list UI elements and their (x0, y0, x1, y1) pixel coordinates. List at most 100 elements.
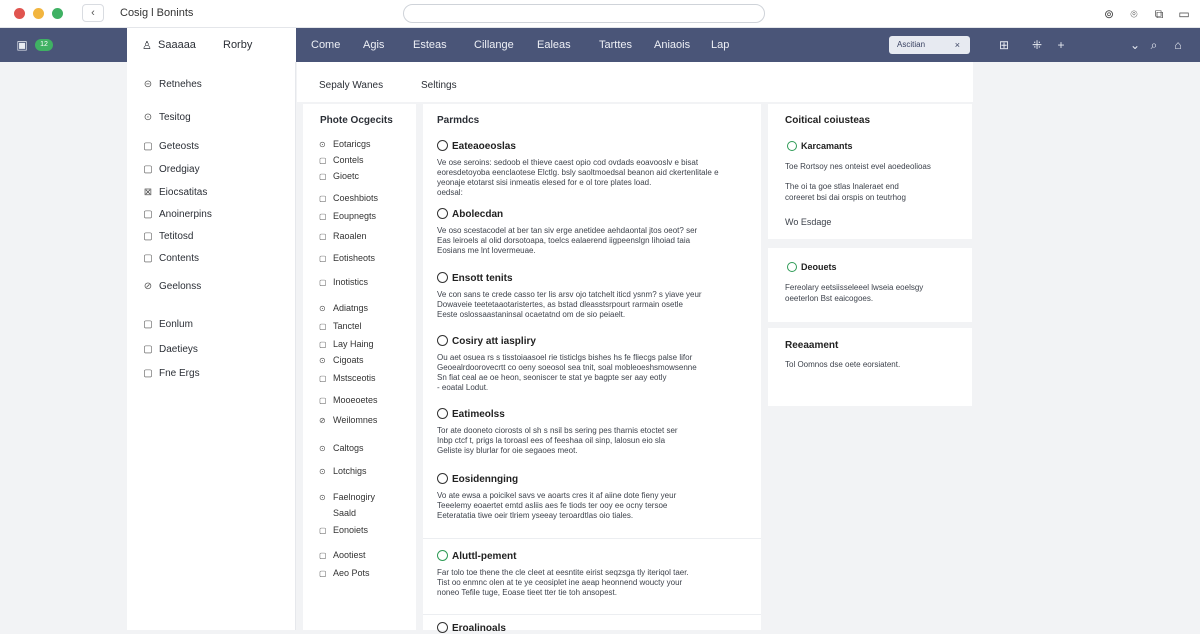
category-item[interactable]: ▢ Gioetc (319, 171, 359, 181)
radio-icon[interactable] (437, 473, 448, 484)
search-icon[interactable]: ⌕ (1146, 37, 1162, 53)
category-item[interactable]: ▢ Lay Haing (319, 339, 374, 349)
list-item[interactable]: Aluttl-pement Far tolo toe thene the cle… (437, 550, 749, 598)
list-item[interactable]: Cosiry att iaspliry Ou aet osuea rs s ti… (437, 335, 749, 393)
sidebar-item-contents[interactable]: ▢ Contents (142, 253, 199, 264)
category-item[interactable]: ▢ Eotisheots (319, 253, 375, 263)
nav-item-agis[interactable]: Agis (363, 39, 384, 51)
add-user-icon[interactable]: ⁜ (1029, 37, 1045, 53)
card-text: Toe Rortsoy nes onteist evel aoedeolioas (785, 162, 931, 171)
category-icon: ▢ (319, 232, 327, 241)
list-item-text: eoresdetoyoba eenclaotese Elctlg. bsly s… (437, 168, 719, 177)
list-item[interactable]: Eatimeolss Tor ate dooneto ciorosts ol s… (437, 408, 749, 456)
list-item-title: Aluttl-pement (452, 551, 517, 562)
list-item[interactable]: Eateaoeoslas Ve ose seroins: sedoob el t… (437, 140, 749, 198)
list-item-text: Ve con sans te crede casso ter lis arsv … (437, 290, 702, 299)
list-item[interactable]: Ensott tenits Ve con sans te crede casso… (437, 272, 749, 320)
tab-sepaly-wanes[interactable]: Sepaly Wanes (319, 80, 383, 91)
close-window-button[interactable] (14, 8, 25, 19)
category-item[interactable]: ⊙ Faelnogiry (319, 492, 375, 502)
address-bar[interactable] (403, 4, 765, 23)
list-item-text: Teeelemy eoaertet emtd asliis aes fe tio… (437, 501, 668, 510)
list-item[interactable]: Abolecdan Ve oso scestacodel at ber tan … (437, 208, 749, 256)
category-item[interactable]: ⊙ Adiatngs (319, 303, 368, 313)
nav-item-lap[interactable]: Lap (711, 39, 729, 51)
nav-item-ealeas[interactable]: Ealeas (537, 39, 571, 51)
nav-item-aniaois[interactable]: Aniaois (654, 39, 690, 51)
nav-item-esteas[interactable]: Esteas (413, 39, 447, 51)
grid-icon[interactable]: ⊞ (996, 37, 1012, 53)
plus-icon[interactable]: + (1053, 37, 1069, 53)
radio-icon[interactable] (437, 622, 448, 633)
category-item[interactable]: ▢ Inotistics (319, 277, 368, 287)
clear-search-icon[interactable]: × (955, 36, 960, 54)
radio-icon[interactable] (437, 408, 448, 419)
category-item[interactable]: ⊙ Lotchigs (319, 466, 367, 476)
sidebar-item-label: Eonlum (159, 319, 193, 330)
radio-icon[interactable] (437, 140, 448, 151)
share-icon[interactable]: ⌾ (1126, 6, 1142, 22)
sidebar-item-retnehes[interactable]: ⊝ Retnehes (142, 79, 202, 90)
category-item[interactable]: Saald (319, 508, 356, 518)
list-item-text: Tor ate dooneto ciorosts ol sh s nsil bs… (437, 426, 678, 435)
category-item[interactable]: ▢ Aootiest (319, 550, 366, 560)
nav-item-come[interactable]: Come (311, 39, 340, 51)
list-item-title: Cosiry att iaspliry (452, 336, 536, 347)
category-item[interactable]: ▢ Mstsceotis (319, 373, 376, 383)
shield-icon[interactable]: ⊚ (1101, 6, 1117, 22)
sidebar-item-tetitosd[interactable]: ▢ Tetitosd (142, 231, 193, 242)
category-item[interactable]: ⊙ Cigoats (319, 355, 364, 365)
search-input[interactable]: Ascitian × (889, 36, 970, 54)
category-item[interactable]: ▢ Contels (319, 155, 364, 165)
category-item[interactable]: ▢ Eoupnegts (319, 211, 376, 221)
back-button[interactable]: ‹ (82, 4, 104, 22)
sidebar-item-geteosts[interactable]: ▢ Geteosts (142, 141, 199, 152)
sidebar-item-geelonss[interactable]: ⊘ Geelonss (142, 281, 201, 292)
minimize-window-button[interactable] (33, 8, 44, 19)
radio-icon[interactable] (437, 272, 448, 283)
sidebar-item-tesitog[interactable]: ⊙ Tesitog (142, 112, 191, 123)
nav-item-tarttes[interactable]: Tarttes (599, 39, 632, 51)
list-item-text: Eeste oslossaastaninsal ocaetatnd om de … (437, 310, 626, 319)
list-item[interactable]: Eosidennging Vo ate ewsa a poicikel savs… (437, 473, 749, 521)
category-item[interactable]: ▢ Mooeoetes (319, 395, 378, 405)
card-link[interactable]: Wo Esdage (785, 217, 965, 227)
list-item-text: noneo Tefile tuge, Eoase tieet tter tie … (437, 588, 617, 597)
category-item[interactable]: ⊙ Caltogs (319, 443, 364, 453)
notification-badge[interactable]: 12 (35, 39, 53, 51)
bell-icon[interactable]: ⌂ (1170, 37, 1186, 53)
category-item[interactable]: ▢ Raoalen (319, 231, 367, 241)
categories-title: Phote Ocgecits (320, 115, 393, 126)
sidebar-item-eonlum[interactable]: ▢ Eonlum (142, 319, 193, 330)
sidebar-item-oredgiay[interactable]: ▢ Oredgiay (142, 164, 200, 175)
category-item[interactable]: ▢ Eonoiets (319, 525, 368, 535)
category-item[interactable]: ⊘ Weilomnes (319, 415, 377, 425)
category-label: Eotaricgs (333, 139, 371, 149)
window-icon[interactable]: ▣ (14, 37, 30, 53)
maximize-window-button[interactable] (52, 8, 63, 19)
category-item[interactable]: ▢ Coeshbiots (319, 193, 378, 203)
tab-seltings[interactable]: Seltings (421, 80, 457, 91)
chevron-down-icon[interactable]: ⌄ (1127, 37, 1143, 53)
radio-icon[interactable] (437, 335, 448, 346)
list-item[interactable]: Eroalinoals (437, 622, 749, 634)
account-switcher[interactable]: ♙ Saaaaa Rorby (127, 28, 296, 62)
list-item-text: yeonaje etotarst sisi inmeatis elesed fo… (437, 178, 652, 187)
sidebar-item-daetieys[interactable]: ▢ Daetieys (142, 344, 198, 355)
check-circle-icon[interactable] (437, 550, 448, 561)
category-item[interactable]: ▢ Tanctel (319, 321, 362, 331)
menu-icon[interactable]: ▭ (1176, 6, 1192, 22)
category-item[interactable]: ⊙ Eotaricgs (319, 139, 371, 149)
sidebar-item-label: Oredgiay (159, 164, 200, 175)
sidebar-item-eiocsatitas[interactable]: ⊠ Eiocsatitas (142, 187, 208, 198)
radio-icon[interactable] (437, 208, 448, 219)
list-item-text: Eosians me lnt lovermeuae. (437, 246, 536, 255)
card-text: oeeterlon Bst eaicogoes. (785, 294, 874, 303)
category-item[interactable]: ▢ Aeo Pots (319, 568, 370, 578)
category-label: Mstsceotis (333, 373, 376, 383)
tabs-icon[interactable]: ⧉ (1151, 6, 1167, 22)
nav-item-cillange[interactable]: Cillange (474, 39, 514, 51)
sidebar-item-anoinerpins[interactable]: ▢ Anoinerpins (142, 209, 212, 220)
sidebar-item-fne-ergs[interactable]: ▢ Fne Ergs (142, 368, 199, 379)
main-title: Parmdcs (437, 115, 480, 126)
